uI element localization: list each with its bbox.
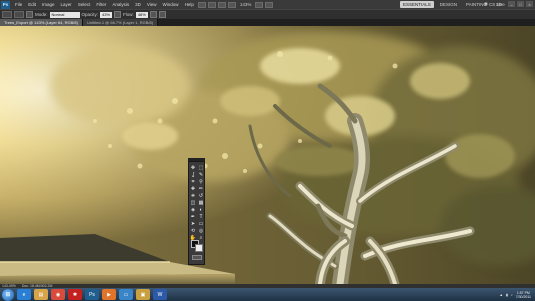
healing-tool[interactable]: ✚ bbox=[189, 186, 197, 193]
taskbar: ⊞ e ▤ ◉ ✱ Ps ▶ ▭ ▣ W ▲ ▮ ♪ 1:57 PM 7/30/2011 bbox=[0, 288, 535, 301]
tab-document-1[interactable]: Trees_Export @ 143% (Layer 64, RGB/8) bbox=[0, 19, 83, 26]
painting-artwork bbox=[0, 26, 535, 284]
eraser-tool[interactable]: ◫ bbox=[189, 200, 197, 207]
tablet-size-icon[interactable] bbox=[158, 11, 166, 18]
flow-label: Flow: bbox=[123, 12, 134, 17]
dodge-tool[interactable]: ◐ bbox=[197, 207, 205, 214]
background-color-swatch[interactable] bbox=[195, 244, 203, 252]
menu-view[interactable]: View bbox=[144, 2, 160, 7]
clone-stamp-tool[interactable]: ⎈ bbox=[189, 193, 197, 200]
lasso-tool[interactable]: ʆ bbox=[189, 172, 197, 179]
taskbar-chrome-icon[interactable]: ◉ bbox=[51, 289, 65, 300]
tablet-opacity-icon[interactable] bbox=[114, 11, 122, 18]
taskbar-word-icon[interactable]: W bbox=[153, 289, 167, 300]
quick-select-tool[interactable]: ✎ bbox=[197, 172, 205, 179]
eyedropper-tool[interactable]: ⚲ bbox=[197, 179, 205, 186]
shape-tool[interactable]: ▭ bbox=[197, 221, 205, 228]
marquee-tool[interactable]: ⬚ bbox=[197, 165, 205, 172]
screen-mode-icon[interactable] bbox=[265, 1, 274, 8]
taskbar-media-player-icon[interactable]: ▶ bbox=[102, 289, 116, 300]
document-tabs: Trees_Export @ 143% (Layer 64, RGB/8) Un… bbox=[0, 19, 535, 26]
cs-live-icon: ◉ bbox=[484, 1, 488, 6]
menu-image[interactable]: Image bbox=[39, 2, 58, 7]
mode-select[interactable]: Normal bbox=[49, 11, 80, 18]
volume-icon[interactable]: ♪ bbox=[511, 293, 513, 297]
minimize-icon[interactable]: – bbox=[508, 1, 515, 7]
tray-arrow-icon[interactable]: ▲ bbox=[500, 293, 503, 297]
clock[interactable]: 1:57 PM 7/30/2011 bbox=[516, 291, 531, 299]
bridge-icon[interactable] bbox=[197, 1, 206, 8]
arrange-documents-icon[interactable] bbox=[255, 1, 264, 8]
quick-mask-button[interactable] bbox=[192, 255, 202, 260]
cs-live[interactable]: ◉ CS Live bbox=[484, 1, 505, 7]
taskbar-file-explorer-icon[interactable]: ▤ bbox=[34, 289, 48, 300]
workspace-essentials[interactable]: ESSENTIALS bbox=[400, 1, 434, 8]
network-icon[interactable]: ▮ bbox=[506, 293, 508, 297]
hand-icon[interactable] bbox=[217, 1, 226, 8]
menu-bar: Ps File Edit Image Layer Select Filter A… bbox=[0, 0, 535, 9]
opacity-field[interactable]: 43% bbox=[100, 11, 113, 18]
document-canvas[interactable]: ✥ ⬚ ʆ ✎ ⌗ ⚲ ✚ ✏ ⎈ ↺ ◫ ▦ ◈ ◐ ✒ T ➤ ▭ ⟲ ◎ ✋ ⌕ bbox=[0, 26, 535, 284]
cs-live-label: CS Live bbox=[488, 1, 505, 7]
menu-help[interactable]: Help bbox=[182, 2, 197, 7]
menu-layer[interactable]: Layer bbox=[58, 2, 75, 7]
start-button[interactable]: ⊞ bbox=[2, 288, 14, 301]
menu-3d[interactable]: 3D bbox=[132, 2, 144, 7]
taskbar-folder-icon[interactable]: ▣ bbox=[136, 289, 150, 300]
opacity-label: Opacity: bbox=[81, 12, 99, 17]
options-bar: Mode: Normal Opacity: 43% Flow: 48% bbox=[0, 9, 535, 19]
3d-orbit-tool[interactable]: ◎ bbox=[197, 228, 205, 235]
maximize-icon[interactable]: □ bbox=[517, 1, 524, 7]
crop-tool[interactable]: ⌗ bbox=[189, 179, 197, 186]
taskbar-apps: e ▤ ◉ ✱ Ps ▶ ▭ ▣ W bbox=[17, 289, 170, 300]
minibridge-icon[interactable] bbox=[207, 1, 216, 8]
clock-date: 7/30/2011 bbox=[515, 294, 531, 299]
menu-file[interactable]: File bbox=[12, 2, 25, 7]
menu-edit[interactable]: Edit bbox=[25, 2, 39, 7]
menu-select[interactable]: Select bbox=[75, 2, 94, 7]
taskbar-window-app-icon[interactable]: ▭ bbox=[119, 289, 133, 300]
brush-panel-icon[interactable] bbox=[26, 11, 33, 18]
3d-rotate-tool[interactable]: ⟲ bbox=[189, 228, 197, 235]
photoshop-logo: Ps bbox=[1, 0, 10, 9]
flow-field[interactable]: 48% bbox=[135, 11, 148, 18]
pen-tool[interactable]: ✒ bbox=[189, 214, 197, 221]
gradient-tool[interactable]: ▦ bbox=[197, 200, 205, 207]
path-select-tool[interactable]: ➤ bbox=[189, 221, 197, 228]
workspace-design[interactable]: DESIGN bbox=[437, 1, 460, 8]
taskbar-adobe-app-icon[interactable]: ✱ bbox=[68, 289, 82, 300]
taskbar-photoshop-icon[interactable]: Ps bbox=[85, 289, 99, 300]
blur-tool[interactable]: ◈ bbox=[189, 207, 197, 214]
menu-filter[interactable]: Filter bbox=[93, 2, 109, 7]
close-icon[interactable]: × bbox=[526, 1, 533, 7]
taskbar-internet-explorer-icon[interactable]: e bbox=[17, 289, 31, 300]
airbrush-icon[interactable] bbox=[149, 11, 157, 18]
window-controls: – □ × bbox=[508, 1, 533, 7]
system-tray: ▲ ▮ ♪ 1:57 PM 7/30/2011 bbox=[500, 288, 531, 301]
type-tool[interactable]: T bbox=[197, 214, 205, 221]
menu-analysis[interactable]: Analysis bbox=[109, 2, 132, 7]
zoom-icon[interactable] bbox=[227, 1, 236, 8]
zoom-level[interactable]: 143% bbox=[237, 2, 255, 7]
brush-tool[interactable]: ✏ bbox=[197, 186, 205, 193]
tool-preset-picker[interactable] bbox=[2, 11, 12, 18]
move-tool[interactable]: ✥ bbox=[189, 165, 197, 172]
brush-preset-picker[interactable] bbox=[14, 11, 24, 18]
tab-document-2[interactable]: Untitled-1 @ 66.7% (Layer 1, RGB/8) bbox=[82, 19, 159, 26]
history-brush-tool[interactable]: ↺ bbox=[197, 193, 205, 200]
mode-label: Mode: bbox=[35, 12, 48, 17]
menu-window[interactable]: Window bbox=[160, 2, 182, 7]
